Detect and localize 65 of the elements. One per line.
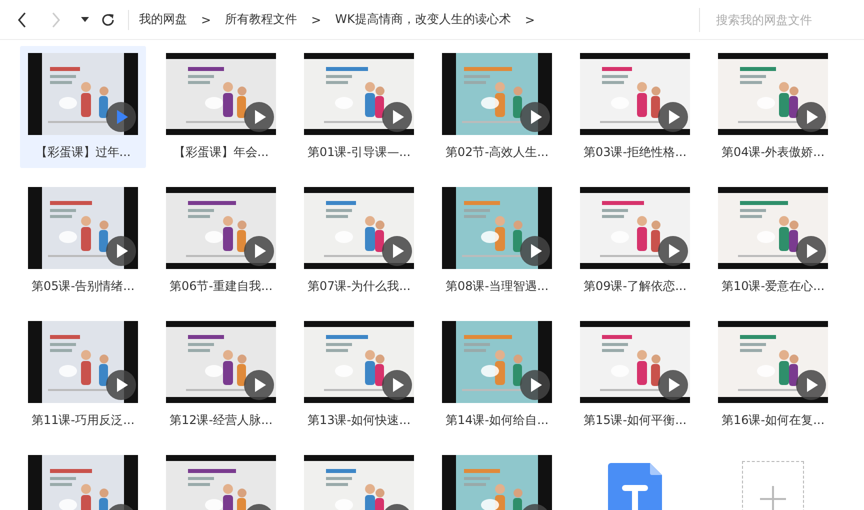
file-tile[interactable]: 第14课-如何给自... [434, 314, 560, 436]
play-icon[interactable] [520, 102, 550, 132]
breadcrumb-separator: > [201, 12, 212, 26]
play-icon[interactable] [106, 102, 136, 132]
file-tile[interactable]: 第03课-拒绝性格... [572, 46, 698, 168]
file-name: 第16课-如何在复... [721, 412, 825, 429]
file-name: 第06节-重建自我... [169, 278, 273, 295]
file-tile[interactable]: 【彩蛋课】年会... [158, 46, 284, 168]
play-icon[interactable] [244, 370, 274, 400]
file-name: 第15课-如何平衡... [583, 412, 687, 429]
file-tile[interactable]: 第12课-经营人脉... [158, 314, 284, 436]
play-icon[interactable] [796, 236, 826, 266]
file-tile[interactable]: 第05课-告别情绪... [20, 180, 146, 302]
refresh-icon [101, 12, 115, 26]
back-icon [17, 12, 27, 28]
breadcrumb-separator: > [311, 12, 322, 26]
play-icon[interactable] [796, 102, 826, 132]
file-tile[interactable]: 第10课-爱意在心... [710, 180, 836, 302]
file-name: 【彩蛋课】年会... [173, 144, 269, 161]
forward-icon [51, 12, 61, 28]
file-tile[interactable]: 第16课-如何在复... [710, 314, 836, 436]
file-tile[interactable]: 第11课-巧用反泛... [20, 314, 146, 436]
play-icon[interactable] [382, 102, 412, 132]
breadcrumb-link[interactable]: WK提高情商，改变人生的读心术 [335, 11, 511, 28]
file-name: 第12课-经营人脉... [169, 412, 273, 429]
file-tile[interactable]: 第07课-为什么我... [296, 180, 422, 302]
caret-icon [81, 17, 89, 22]
file-name: 第13课-如何快速... [307, 412, 411, 429]
file-name: 第05课-告别情绪... [31, 278, 135, 295]
plus-icon [758, 484, 788, 510]
file-tile[interactable]: 第09课-了解依恋... [572, 180, 698, 302]
file-tile[interactable]: 第13课-如何快速... [296, 314, 422, 436]
file-tile[interactable]: 第06节-重建自我... [158, 180, 284, 302]
file-tile[interactable]: 第15课-如何平衡... [572, 314, 698, 436]
file-name: 第11课-巧用反泛... [31, 412, 135, 429]
play-icon[interactable] [658, 102, 688, 132]
play-icon[interactable] [796, 370, 826, 400]
file-tile[interactable]: 第08课-当理智遇... [434, 180, 560, 302]
file-tile[interactable]: 第04课-外表傲娇... [710, 46, 836, 168]
file-name: 第08课-当理智遇... [445, 278, 549, 295]
file-name: 第01课-引导课—... [307, 144, 411, 161]
file-name: 第07课-为什么我... [307, 278, 411, 295]
file-tile[interactable]: 【彩蛋课】过年... [20, 46, 146, 168]
file-name: 第04课-外表傲娇... [721, 144, 825, 161]
play-icon[interactable] [106, 236, 136, 266]
play-icon[interactable] [244, 102, 274, 132]
file-name: 【彩蛋课】过年... [35, 144, 131, 161]
play-icon[interactable] [106, 370, 136, 400]
play-icon[interactable] [658, 370, 688, 400]
breadcrumb-link[interactable]: 所有教程文件 [225, 11, 298, 28]
file-name: 第14课-如何给自... [445, 412, 549, 429]
file-name: 第02节-高效人生... [445, 144, 549, 161]
breadcrumb-link[interactable]: 我的网盘 [139, 11, 187, 28]
file-name: 第09课-了解依恋... [583, 278, 687, 295]
file-tile[interactable]: 第02节-高效人生... [434, 46, 560, 168]
breadcrumb-separator: > [524, 12, 535, 26]
play-icon[interactable] [244, 236, 274, 266]
file-tile[interactable]: 第01课-引导课—... [296, 46, 422, 168]
play-icon[interactable] [382, 236, 412, 266]
file-name: 第03课-拒绝性格... [583, 144, 687, 161]
play-icon[interactable] [658, 236, 688, 266]
play-icon[interactable] [520, 236, 550, 266]
play-icon[interactable] [520, 370, 550, 400]
file-name: 第10课-爱意在心... [721, 278, 825, 295]
play-icon[interactable] [382, 370, 412, 400]
